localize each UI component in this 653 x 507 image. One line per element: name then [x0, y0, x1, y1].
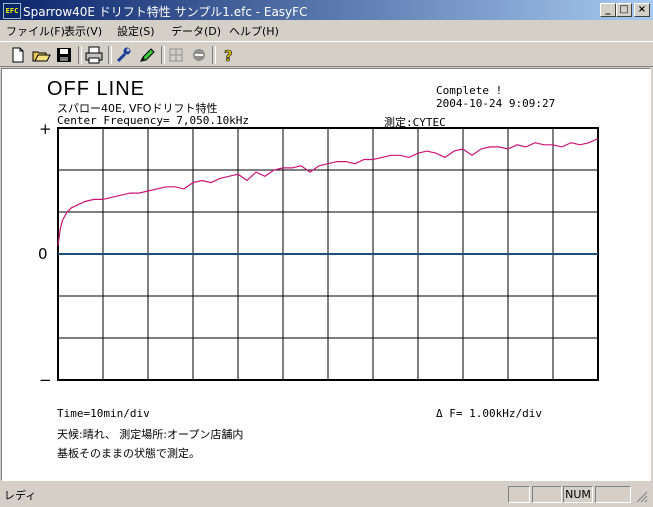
help-icon[interactable]: ? [218, 45, 238, 66]
menu-help[interactable]: ヘルプ(H) [229, 23, 279, 39]
toolbar-separator [212, 46, 216, 64]
title-bar[interactable]: EFC Sparrow40E ドリフト特性 サンプル1.efc - EasyFC… [0, 0, 653, 20]
save-icon[interactable] [54, 45, 74, 65]
open-icon[interactable] [31, 45, 51, 65]
grid-icon[interactable] [166, 45, 186, 65]
menu-file[interactable]: ファイル(F) [6, 23, 65, 39]
menu-data[interactable]: データ(D) [171, 23, 221, 39]
measurement-note: 基板そのままの状態で測定。 [57, 447, 200, 460]
app-icon[interactable]: EFC [3, 3, 21, 19]
print-icon[interactable] [84, 45, 104, 65]
time-per-div: Time=10min/div [57, 407, 150, 420]
toolbar: ? [0, 41, 653, 67]
menu-bar: ファイル(F) 表示(V) 設定(S) データ(D) ヘルプ(H) [0, 20, 653, 40]
status-text: レディ [4, 489, 37, 502]
window-title: Sparrow40E ドリフト特性 サンプル1.efc - EasyFC [23, 5, 308, 19]
resize-grip[interactable] [636, 491, 648, 503]
toolbar-separator [108, 46, 112, 64]
status-bar: レディ NUM [0, 483, 653, 507]
minimize-button[interactable]: _ [600, 3, 616, 17]
freq-per-div: Δ F= 1.00kHz/div [436, 407, 542, 420]
stop-icon[interactable] [189, 45, 209, 65]
status-panel [595, 486, 631, 503]
num-lock-indicator: NUM [563, 486, 593, 503]
status-panel [532, 486, 562, 503]
report-view: OFF LINE スパロー40E, VFOドリフト特性 Center Frequ… [1, 68, 651, 481]
menu-view[interactable]: 表示(V) [64, 23, 102, 39]
status-panel [508, 486, 530, 503]
menu-settings[interactable]: 設定(S) [117, 23, 155, 39]
wrench-icon[interactable] [114, 45, 134, 65]
weather-location: 天候:晴れ、 測定場所:オープン店舗内 [57, 428, 244, 441]
close-button[interactable]: × [634, 3, 650, 17]
toolbar-separator [161, 46, 165, 64]
marker-icon[interactable] [137, 45, 157, 65]
toolbar-separator [78, 46, 82, 64]
maximize-button[interactable]: □ [616, 3, 632, 17]
svg-text:?: ? [224, 47, 233, 65]
new-icon[interactable] [8, 45, 28, 65]
drift-chart [57, 127, 599, 381]
